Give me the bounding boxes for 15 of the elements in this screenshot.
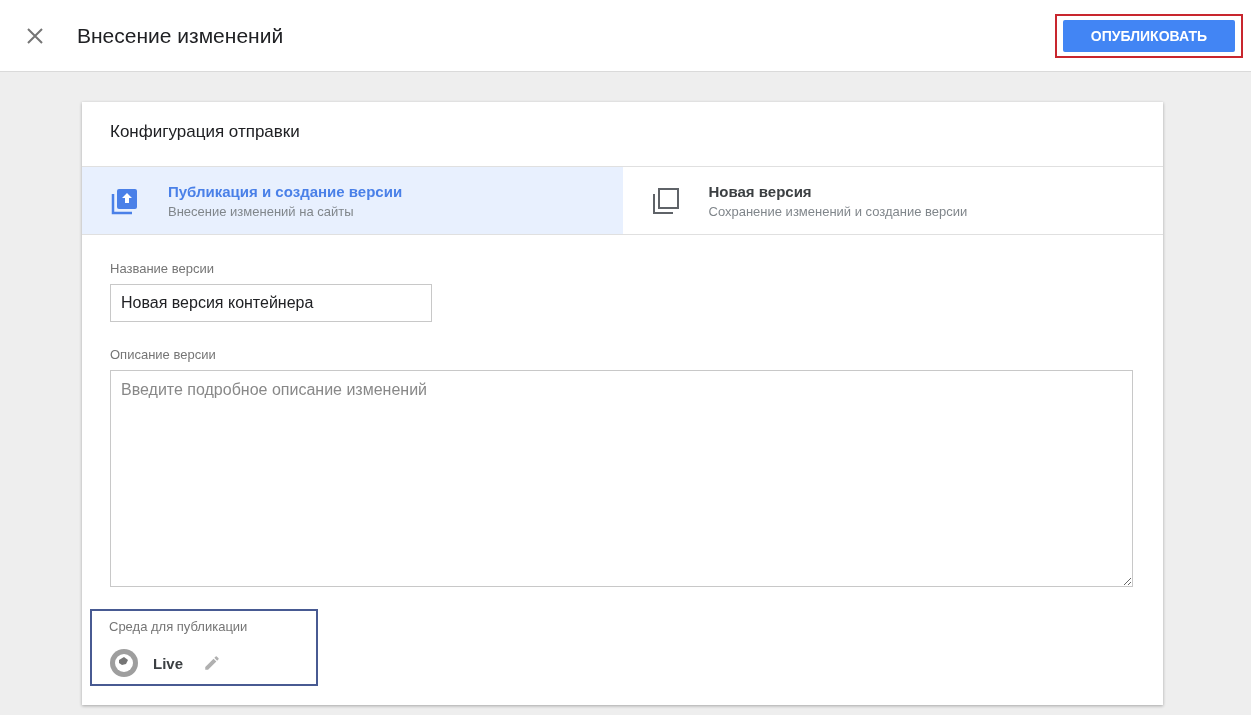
publish-button[interactable]: ОПУБЛИКОВАТЬ <box>1062 19 1235 52</box>
globe-icon <box>109 648 139 678</box>
input-field[interactable]: Новая версия контейнера <box>110 284 432 322</box>
field-label: Описание версии <box>110 347 217 362</box>
option-title: Новая версия <box>708 182 813 200</box>
stacked-squares-icon <box>650 185 681 216</box>
environment-name: Live <box>153 654 183 672</box>
field-label: Название версии <box>110 261 215 276</box>
card-title: Конфигурация отправки <box>109 121 301 143</box>
description-field[interactable]: Введите подробное описание изменений <box>110 370 1133 587</box>
field-label: Среда для публикации <box>109 619 249 634</box>
option-subtitle: Сохранение изменений и создание версии <box>708 203 968 219</box>
option-subtitle: Внесение изменений на сайты <box>168 203 355 219</box>
option-title: Публикация и создание версии <box>168 182 403 200</box>
page-title: Внесение изменений <box>77 23 285 48</box>
